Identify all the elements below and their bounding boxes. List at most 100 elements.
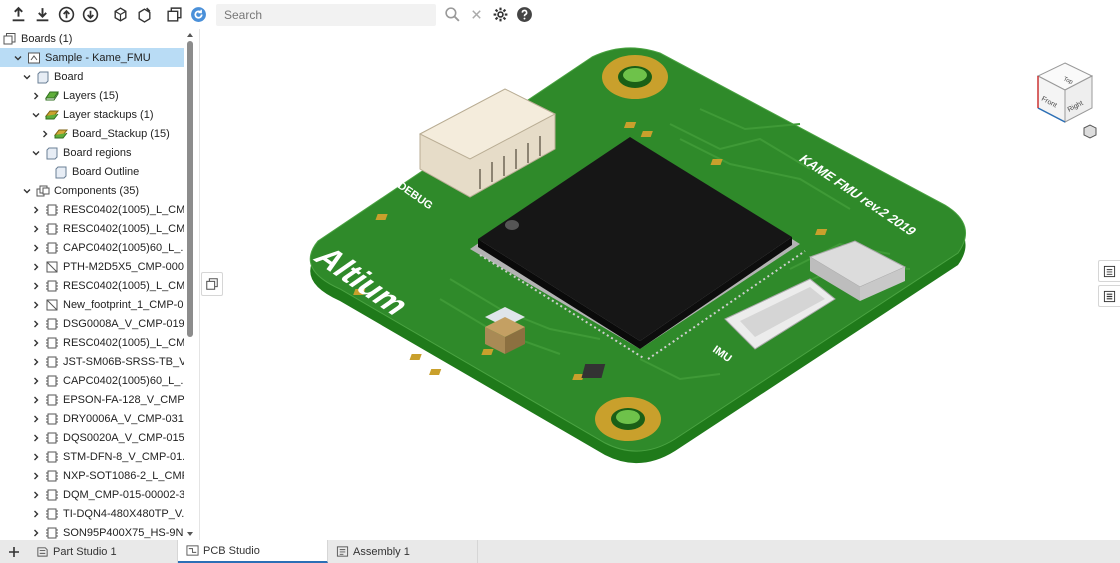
chevron-right-icon[interactable] (30, 299, 42, 311)
tree-row[interactable]: JST-SM06B-SRSS-TB_V... (0, 352, 184, 371)
tree-row[interactable]: RESC0402(1005)_L_CM... (0, 276, 184, 295)
component-icon (45, 336, 59, 350)
chevron-right-icon[interactable] (30, 318, 42, 330)
chevron-right-icon[interactable] (30, 451, 42, 463)
pcb-3d-model[interactable]: Altium KAME FMU rev.2 2019 DEBUG IMU (200, 29, 1120, 540)
chevron-right-icon[interactable] (30, 508, 42, 520)
chevron-right-icon[interactable] (30, 337, 42, 349)
tree-row-label: RESC0402(1005)_L_CM... (63, 279, 184, 292)
chevron-right-icon[interactable] (39, 128, 51, 140)
chevron-right-icon[interactable] (30, 356, 42, 368)
tree-row[interactable]: DQS0020A_V_CMP-015... (0, 428, 184, 447)
components-view-icon[interactable] (162, 3, 186, 27)
assembly-icon (336, 545, 353, 558)
tree-row[interactable]: PTH-M2D5X5_CMP-000... (0, 257, 184, 276)
small-ic (581, 364, 606, 378)
chevron-right-icon[interactable] (30, 90, 42, 102)
chevron-right-icon[interactable] (30, 527, 42, 539)
chevron-right-icon[interactable] (30, 280, 42, 292)
tree-row[interactable]: TI-DQN4-480X480TP_V... (0, 504, 184, 523)
chevron-right-icon[interactable] (30, 470, 42, 482)
chevron-right-icon[interactable] (30, 413, 42, 425)
document-tab[interactable]: Assembly 1 (328, 540, 478, 563)
component-icon (45, 203, 59, 217)
tree-row-label: DQM_CMP-015-00002-3... (63, 488, 184, 501)
chevron-down-icon[interactable] (12, 52, 24, 64)
chevron-right-icon[interactable] (30, 489, 42, 501)
3d-viewport[interactable]: Altium KAME FMU rev.2 2019 DEBUG IMU (200, 29, 1120, 540)
tree-row[interactable]: SON95P400X75_HS-9N... (0, 523, 184, 540)
component-icon (45, 526, 59, 540)
upload-circle-icon[interactable] (54, 3, 78, 27)
chevron-right-icon[interactable] (30, 375, 42, 387)
document-tab[interactable]: PCB Studio (178, 540, 328, 563)
settings-gear-icon[interactable] (488, 3, 512, 27)
tree-row[interactable]: CAPC0402(1005)60_L_... (0, 238, 184, 257)
tree-row[interactable]: Boards (1) (0, 29, 184, 48)
chevron-down-icon[interactable] (30, 109, 42, 121)
tree-row[interactable]: Board regions (0, 143, 184, 162)
tree-row[interactable]: Board (0, 67, 184, 86)
chevron-right-icon[interactable] (30, 432, 42, 444)
chevron-right-icon[interactable] (30, 223, 42, 235)
tree-row-label: New_footprint_1_CMP-0... (63, 298, 184, 311)
tree-row[interactable]: Layer stackups (1) (0, 105, 184, 124)
tree-row[interactable]: Board Outline (0, 162, 184, 181)
search-input[interactable] (224, 7, 436, 22)
scroll-down-arrow-icon[interactable] (186, 530, 194, 538)
scroll-thumb[interactable] (187, 41, 193, 337)
search-icon[interactable] (440, 3, 464, 27)
chevron-down-icon[interactable] (30, 147, 42, 159)
tree-row[interactable]: STM-DFN-8_V_CMP-01... (0, 447, 184, 466)
tree-row[interactable]: NXP-SOT1086-2_L_CMP... (0, 466, 184, 485)
tree-row[interactable]: RESC0402(1005)_L_CM... (0, 200, 184, 219)
tree-row[interactable]: Sample - Kame_FMU (0, 48, 184, 67)
add-tab-button[interactable] (0, 540, 28, 563)
component-icon (45, 469, 59, 483)
expand-panel-button[interactable] (201, 272, 223, 296)
tree-row[interactable]: DRY0006A_V_CMP-031-... (0, 409, 184, 428)
chevron-right-icon[interactable] (30, 204, 42, 216)
tree-row[interactable]: DSG0008A_V_CMP-019... (0, 314, 184, 333)
tree-row[interactable]: CAPC0402(1005)60_L_... (0, 371, 184, 390)
tree-row[interactable]: Board_Stackup (15) (0, 124, 184, 143)
tree-row[interactable]: RESC0402(1005)_L_CM... (0, 219, 184, 238)
chevron-down-icon[interactable] (21, 185, 33, 197)
document-tab[interactable]: Part Studio 1 (28, 540, 178, 563)
import-icon[interactable] (6, 3, 30, 27)
tree-row[interactable]: New_footprint_1_CMP-0... (0, 295, 184, 314)
feature-tree-panel: Boards (1) Sample - Kame_FMU Board Layers (… (0, 29, 200, 540)
properties-panel-button[interactable] (1098, 260, 1120, 282)
refresh-circle-icon[interactable] (186, 3, 210, 27)
component-icon (45, 317, 59, 331)
document-tab-label: PCB Studio (203, 544, 260, 557)
component-icon (45, 412, 59, 426)
view-navigation-cube[interactable]: Top Front Right (1030, 60, 1100, 140)
chevron-right-icon[interactable] (30, 394, 42, 406)
tree-row[interactable]: Components (35) (0, 181, 184, 200)
board-edit-icon[interactable] (132, 3, 156, 27)
tree-row-label: Layer stackups (1) (63, 108, 154, 121)
chevron-down-icon[interactable] (21, 71, 33, 83)
chevron-right-icon[interactable] (30, 242, 42, 254)
scroll-up-arrow-icon[interactable] (186, 31, 194, 39)
search-box[interactable] (216, 3, 436, 26)
tree-row[interactable]: DQM_CMP-015-00002-3... (0, 485, 184, 504)
help-icon[interactable] (512, 3, 536, 27)
view-cube-menu-icon[interactable] (1083, 124, 1097, 139)
tree-row[interactable]: RESC0402(1005)_L_CM... (0, 333, 184, 352)
appearance-panel-button[interactable] (1098, 285, 1120, 307)
tree-row-label: CAPC0402(1005)60_L_... (63, 241, 184, 254)
mounting-hole-top (602, 55, 668, 99)
export-icon[interactable] (30, 3, 54, 27)
tree-row-label: DQS0020A_V_CMP-015... (63, 431, 184, 444)
tree-row-label: EPSON-FA-128_V_CMP-... (63, 393, 184, 406)
chevron-right-icon[interactable] (30, 261, 42, 273)
tree-scrollbar[interactable] (184, 29, 196, 540)
clear-search-icon[interactable] (464, 3, 488, 27)
board-folder-icon (36, 70, 50, 84)
tree-row[interactable]: EPSON-FA-128_V_CMP-... (0, 390, 184, 409)
board-sync-icon[interactable] (108, 3, 132, 27)
tree-row[interactable]: Layers (15) (0, 86, 184, 105)
download-circle-icon[interactable] (78, 3, 102, 27)
